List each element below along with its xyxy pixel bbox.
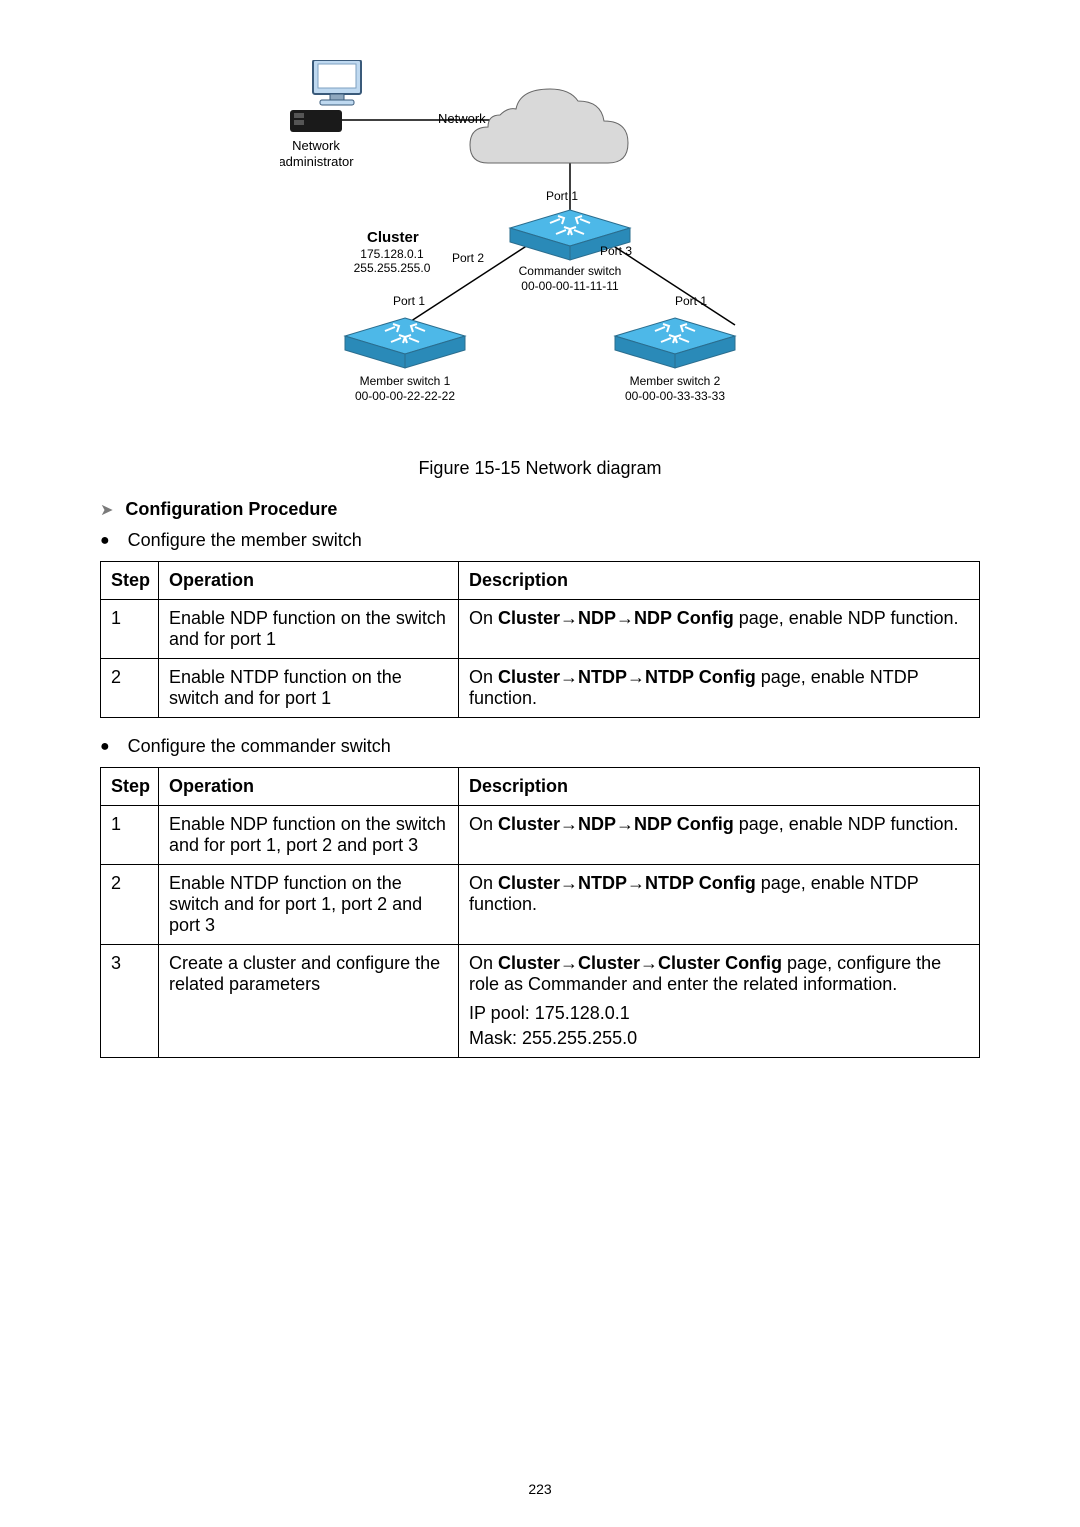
cell-step: 2 <box>101 865 159 945</box>
desc-bold: Cluster→Cluster→Cluster Config <box>498 953 782 973</box>
network-cloud-icon <box>470 89 628 163</box>
th-description: Description <box>459 562 980 600</box>
port1-top-label: Port 1 <box>546 189 578 203</box>
cluster-mask: 255.255.255.0 <box>354 261 431 275</box>
port1-left-label: Port 1 <box>393 294 425 308</box>
table-header-row: Step Operation Description <box>101 768 980 806</box>
th-step: Step <box>101 768 159 806</box>
network-label: Network <box>438 111 486 126</box>
cell-step: 2 <box>101 659 159 718</box>
member1-switch-icon <box>345 318 465 368</box>
member2-name: Member switch 2 <box>630 374 721 388</box>
port2-label: Port 2 <box>452 251 484 265</box>
desc-pre: On <box>469 608 498 628</box>
th-operation: Operation <box>159 562 459 600</box>
cell-desc: On Cluster→Cluster→Cluster Config page, … <box>459 945 980 1058</box>
pc-icon <box>290 60 361 132</box>
port1-right-label: Port 1 <box>675 294 707 308</box>
member1-name: Member switch 1 <box>360 374 451 388</box>
cell-op: Enable NDP function on the switch and fo… <box>159 600 459 659</box>
bullet-icon: ● <box>100 532 110 550</box>
cell-desc: On Cluster→NTDP→NTDP Config page, enable… <box>459 865 980 945</box>
cell-desc: On Cluster→NDP→NDP Config page, enable N… <box>459 600 980 659</box>
th-description: Description <box>459 768 980 806</box>
desc-bold: Cluster→NTDP→NTDP Config <box>498 873 756 893</box>
desc-bold: Cluster→NTDP→NTDP Config <box>498 667 756 687</box>
member-table: Step Operation Description 1 Enable NDP … <box>100 561 980 718</box>
desc-post: page, enable NDP function. <box>734 814 959 834</box>
cluster-ip: 175.128.0.1 <box>360 247 424 261</box>
desc-bold: Cluster→NDP→NDP Config <box>498 608 734 628</box>
desc-pre: On <box>469 873 498 893</box>
admin-label-1: Network <box>292 138 340 153</box>
th-operation: Operation <box>159 768 459 806</box>
bullet-commander-text: Configure the commander switch <box>128 736 391 757</box>
network-diagram: Network administrator Network Port 1 Por… <box>280 60 800 479</box>
cell-step: 3 <box>101 945 159 1058</box>
cell-desc: On Cluster→NDP→NDP Config page, enable N… <box>459 806 980 865</box>
cell-op: Create a cluster and configure the relat… <box>159 945 459 1058</box>
table-row: 2 Enable NTDP function on the switch and… <box>101 659 980 718</box>
diagram-svg: Network administrator Network Port 1 Por… <box>280 60 800 440</box>
bullet-member-text: Configure the member switch <box>128 530 362 551</box>
section-title: Configuration Procedure <box>125 499 337 520</box>
table-row: 3 Create a cluster and configure the rel… <box>101 945 980 1058</box>
desc-pre: On <box>469 667 498 687</box>
table-row: 1 Enable NDP function on the switch and … <box>101 806 980 865</box>
port3-label: Port 3 <box>600 244 632 258</box>
table-row: 1 Enable NDP function on the switch and … <box>101 600 980 659</box>
cell-step: 1 <box>101 600 159 659</box>
member1-mac: 00-00-00-22-22-22 <box>355 389 455 403</box>
cluster-title: Cluster <box>367 229 419 246</box>
cell-desc: On Cluster→NTDP→NTDP Config page, enable… <box>459 659 980 718</box>
desc-bold: Cluster→NDP→NDP Config <box>498 814 734 834</box>
desc-extra1: IP pool: 175.128.0.1 <box>469 1003 969 1024</box>
th-step: Step <box>101 562 159 600</box>
commander-mac: 00-00-00-11-11-11 <box>521 279 619 293</box>
figure-caption: Figure 15-15 Network diagram <box>280 458 800 479</box>
desc-post: page, enable NDP function. <box>734 608 959 628</box>
commander-table: Step Operation Description 1 Enable NDP … <box>100 767 980 1058</box>
table-row: 2 Enable NTDP function on the switch and… <box>101 865 980 945</box>
chevron-icon: ➤ <box>100 500 113 520</box>
member2-mac: 00-00-00-33-33-33 <box>625 389 725 403</box>
desc-extra2: Mask: 255.255.255.0 <box>469 1028 969 1049</box>
cell-op: Enable NDP function on the switch and fo… <box>159 806 459 865</box>
cell-op: Enable NTDP function on the switch and f… <box>159 659 459 718</box>
member2-switch-icon <box>615 318 735 368</box>
table-header-row: Step Operation Description <box>101 562 980 600</box>
desc-pre: On <box>469 953 498 973</box>
admin-label-2: administrator <box>280 154 354 169</box>
cell-step: 1 <box>101 806 159 865</box>
commander-name: Commander switch <box>519 264 622 278</box>
desc-pre: On <box>469 814 498 834</box>
page-number: 223 <box>0 1481 1080 1497</box>
cell-op: Enable NTDP function on the switch and f… <box>159 865 459 945</box>
bullet-icon: ● <box>100 738 110 756</box>
page: Network administrator Network Port 1 Por… <box>0 0 1080 1527</box>
